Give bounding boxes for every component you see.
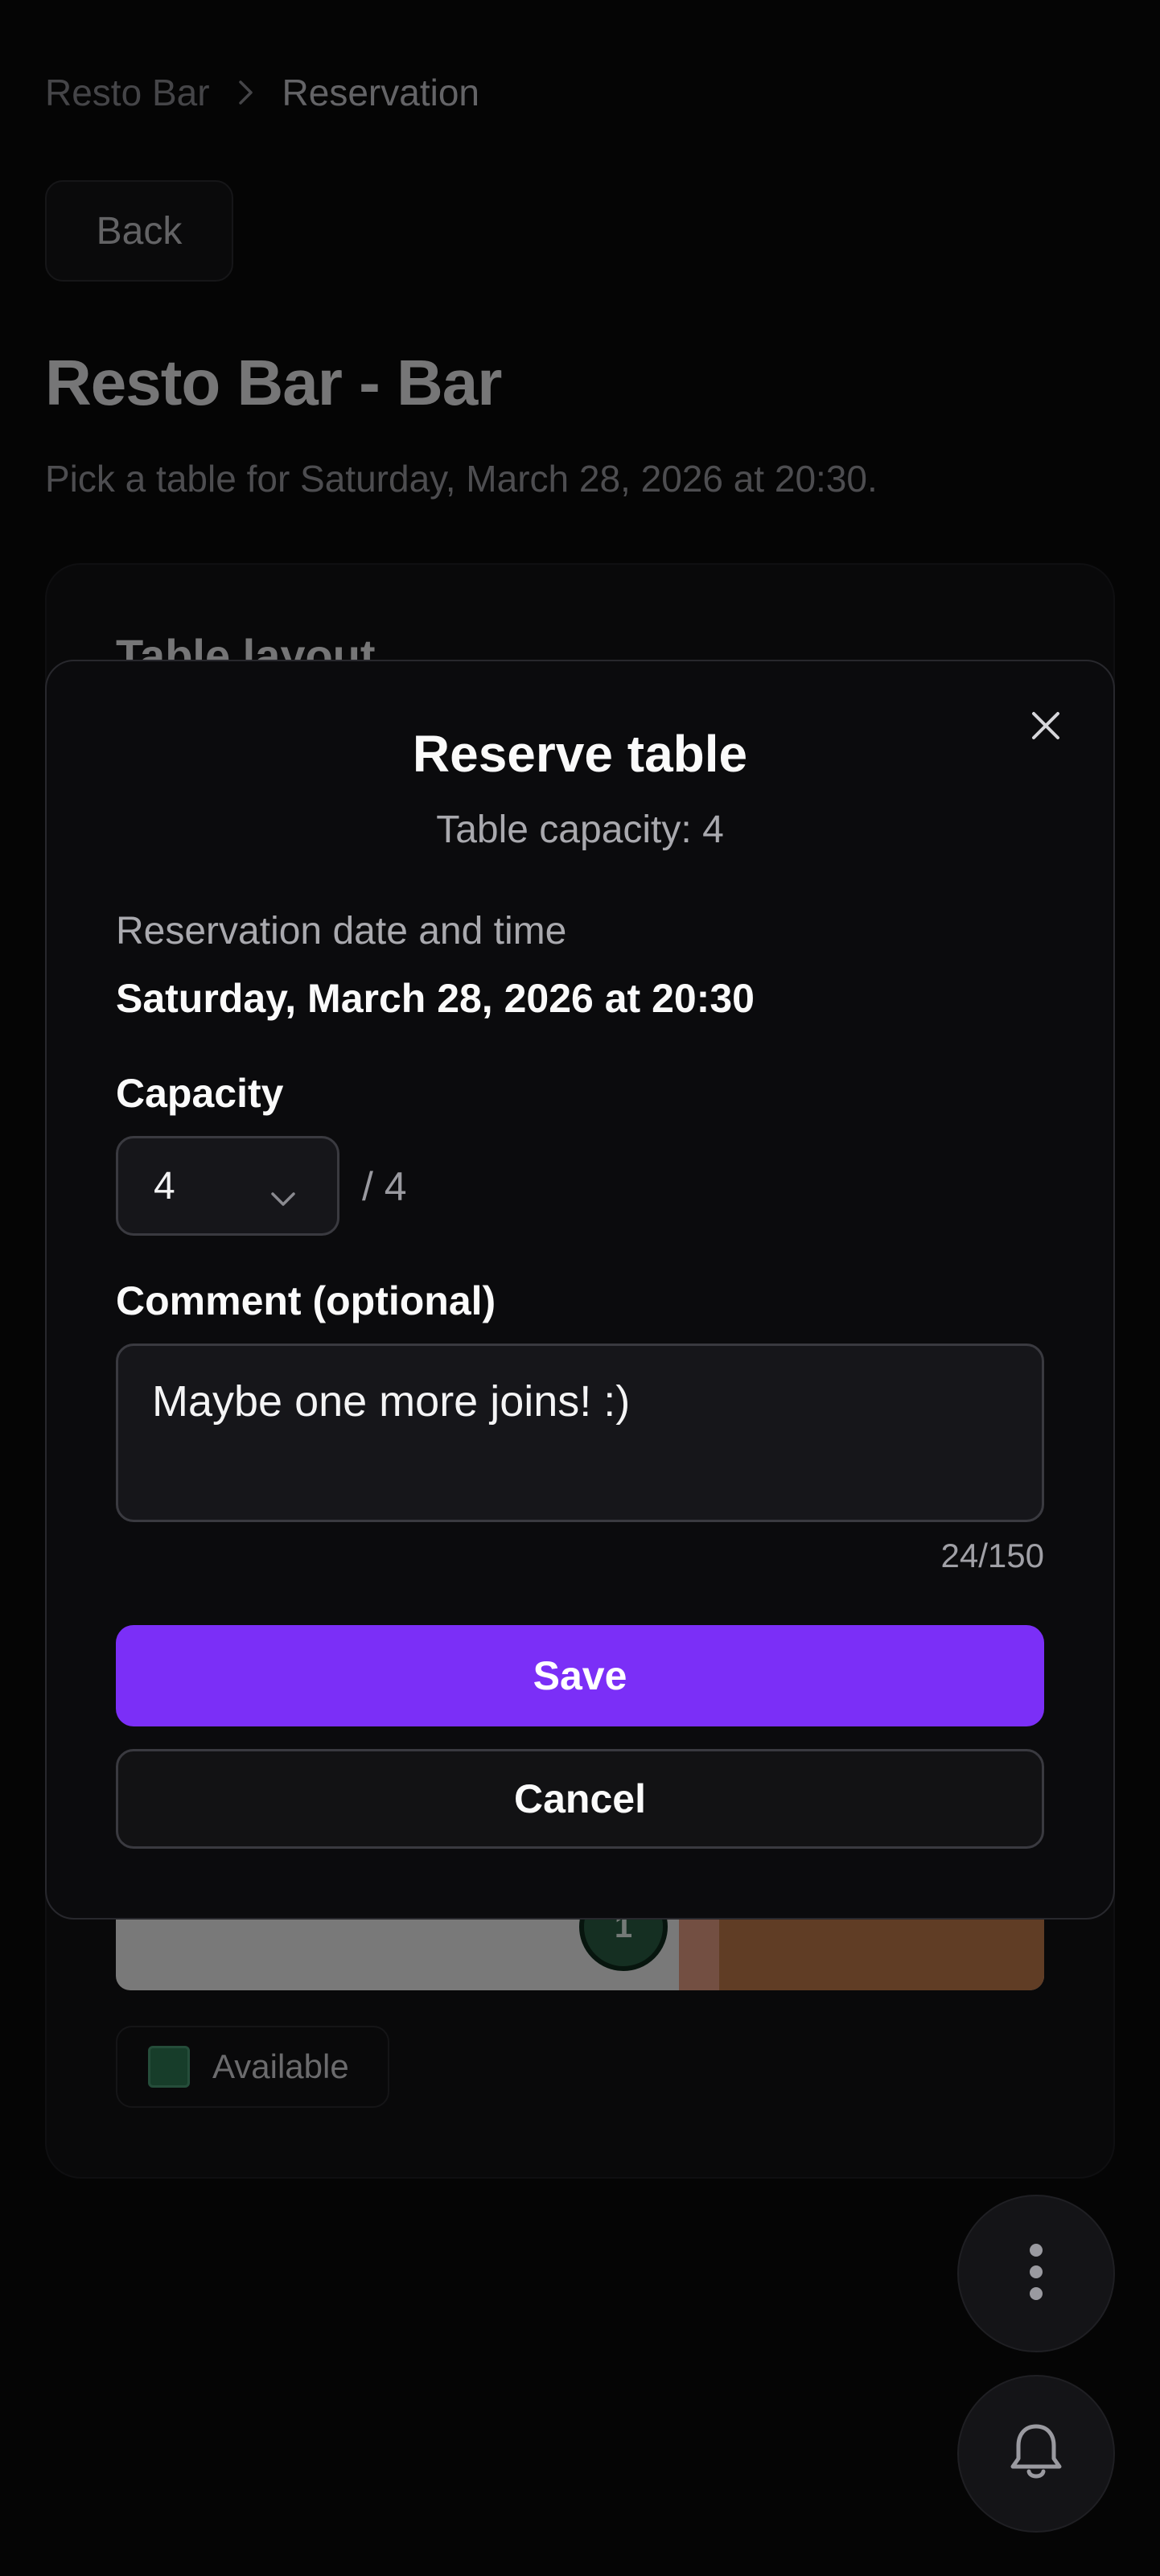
capacity-select[interactable]: 4 [116,1136,339,1236]
reservation-datetime-value: Saturday, March 28, 2026 at 20:30 [116,976,755,1021]
capacity-select-value: 4 [154,1164,175,1208]
comment-char-counter: 24/150 [940,1537,1044,1574]
reservation-datetime-label: Reservation date and time [116,910,567,953]
save-button[interactable]: Save [116,1625,1044,1726]
chevron-down-icon [269,1174,297,1218]
notifications-button[interactable] [957,2375,1115,2533]
bell-icon [1006,2420,1066,2488]
reservation-page: Resto Bar Reservation Back Resto Bar - B… [0,0,1160,2576]
capacity-max: / 4 [362,1164,407,1209]
modal-title: Reserve table [412,725,748,783]
comment-textarea[interactable]: Maybe one more joins! :) [116,1344,1044,1522]
capacity-label: Capacity [116,1071,284,1116]
more-vertical-icon [1028,2242,1044,2306]
table-capacity-text: Table capacity: 4 [436,809,724,851]
more-options-button[interactable] [957,2195,1115,2352]
comment-label: Comment (optional) [116,1278,496,1323]
cancel-button[interactable]: Cancel [116,1749,1044,1849]
